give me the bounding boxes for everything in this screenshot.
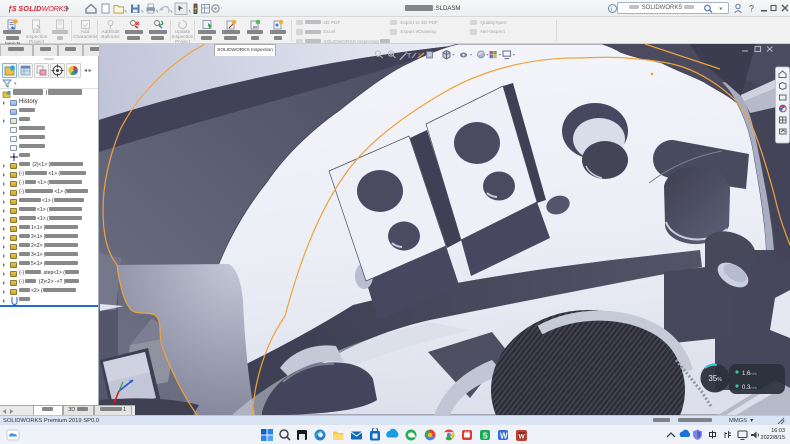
svg-text:W: W [519,434,526,441]
svg-text:i: i [611,7,612,13]
svg-text:T: T [407,53,412,60]
svg-text:S: S [483,432,489,441]
svg-text:?: ? [749,4,754,14]
svg-text:W: W [500,432,508,441]
